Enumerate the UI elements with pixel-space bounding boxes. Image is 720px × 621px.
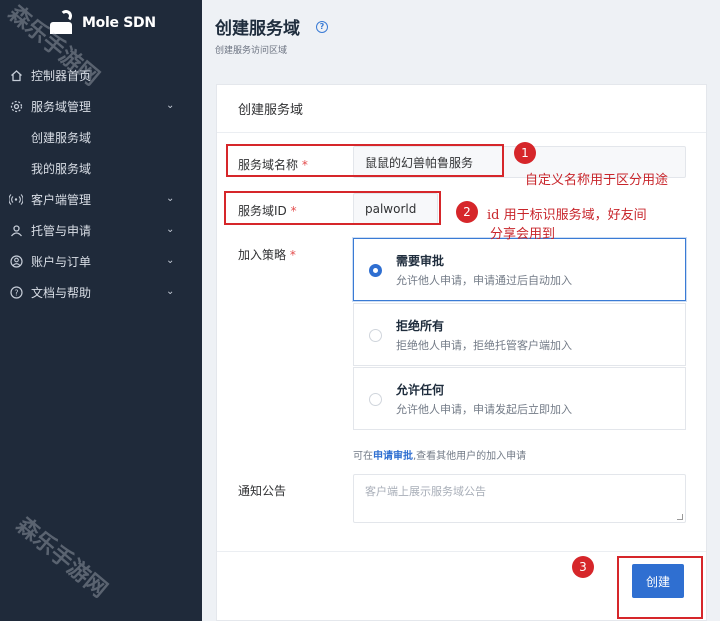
annotation-text-2a: id 用于标识服务域，好友间 xyxy=(487,208,647,223)
sidebar-item-label: 服务域管理 xyxy=(31,100,92,114)
annotation-box-id xyxy=(224,191,441,225)
sidebar: Mole SDN 控制器首页 服务域管理 ⌄ 创建服务域 我的服务域 客户端管理 xyxy=(0,0,202,621)
user-icon xyxy=(9,224,23,238)
policy-option-approval[interactable]: 需要审批 允许他人申请，申请通过后自动加入 xyxy=(353,238,686,301)
sidebar-item-label: 创建服务域 xyxy=(31,131,92,145)
annotation-box-name xyxy=(226,144,504,177)
policy-option-allow-any[interactable]: 允许任何 允许他人申请，申请发起后立即加入 xyxy=(353,367,686,430)
policy-description: 允许他人申请，申请通过后自动加入 xyxy=(396,274,572,287)
sidebar-item-client-management[interactable]: 客户端管理 ⌄ xyxy=(0,184,202,215)
page-subtitle: 创建服务访问区域 xyxy=(215,46,288,56)
divider xyxy=(217,551,706,552)
account-icon xyxy=(9,255,23,269)
chevron-down-icon: ⌄ xyxy=(166,286,175,297)
chevron-down-icon: ⌄ xyxy=(166,255,175,266)
policy-description: 允许他人申请，申请发起后立即加入 xyxy=(396,403,572,416)
sidebar-item-label: 我的服务域 xyxy=(31,162,92,176)
sidebar-item-hosting[interactable]: 托管与申请 ⌄ xyxy=(0,215,202,246)
annotation-number-2: 2 xyxy=(456,201,478,223)
sidebar-item-domain-management[interactable]: 服务域管理 ⌄ xyxy=(0,91,202,122)
required-mark: * xyxy=(289,248,296,262)
resize-handle-icon[interactable] xyxy=(677,514,683,520)
page-title: 创建服务域 ? xyxy=(215,14,328,39)
radio-button[interactable] xyxy=(369,329,382,342)
annotation-number-1: 1 xyxy=(514,142,536,164)
annotation-number-3: 3 xyxy=(572,556,594,578)
signal-icon xyxy=(9,193,23,207)
sidebar-item-account[interactable]: 账户与订单 ⌄ xyxy=(0,246,202,277)
chevron-down-icon: ⌄ xyxy=(166,193,175,204)
gear-icon xyxy=(9,100,23,114)
approval-hint: 可在申请审批,查看其他用户的加入申请 xyxy=(353,451,527,462)
satellite-dish-icon xyxy=(50,10,76,36)
annotation-text-2b: 分享会用到 xyxy=(490,227,556,242)
policy-option-reject-all[interactable]: 拒绝所有 拒绝他人申请，拒绝托管客户端加入 xyxy=(353,303,686,366)
app-logo[interactable]: Mole SDN xyxy=(50,8,156,38)
home-icon xyxy=(9,69,23,83)
notice-label: 通知公告 xyxy=(238,484,287,498)
question-icon[interactable]: ? xyxy=(316,20,328,33)
sidebar-item-label: 控制器首页 xyxy=(31,69,92,83)
radio-button[interactable] xyxy=(369,264,382,277)
policy-title: 需要审批 xyxy=(396,254,445,268)
sidebar-item-dashboard[interactable]: 控制器首页 xyxy=(0,60,202,91)
sidebar-item-create-domain[interactable]: 创建服务域 xyxy=(0,122,202,153)
svg-text:?: ? xyxy=(14,289,18,298)
policy-title: 允许任何 xyxy=(396,383,445,397)
notice-textarea[interactable]: 客户端上展示服务域公告 xyxy=(353,474,686,523)
annotation-text-1: 自定义名称用于区分用途 xyxy=(525,173,669,188)
sidebar-item-label: 客户端管理 xyxy=(31,193,92,207)
page-header: 创建服务域 ? 创建服务访问区域 xyxy=(215,14,328,56)
sidebar-item-label: 文档与帮助 xyxy=(31,286,92,300)
sidebar-item-my-domains[interactable]: 我的服务域 xyxy=(0,153,202,184)
chevron-down-icon: ⌄ xyxy=(166,224,175,235)
notice-placeholder: 客户端上展示服务域公告 xyxy=(365,485,486,498)
sidebar-item-label: 托管与申请 xyxy=(31,224,92,238)
policy-title: 拒绝所有 xyxy=(396,319,445,333)
sidebar-menu: 控制器首页 服务域管理 ⌄ 创建服务域 我的服务域 客户端管理 ⌄ 托管与申请 xyxy=(0,60,202,308)
sidebar-item-docs[interactable]: ? 文档与帮助 ⌄ xyxy=(0,277,202,308)
policy-description: 拒绝他人申请，拒绝托管客户端加入 xyxy=(396,339,572,352)
app-name: Mole SDN xyxy=(82,15,156,31)
help-icon: ? xyxy=(9,286,23,300)
sidebar-item-label: 账户与订单 xyxy=(31,255,92,269)
chevron-down-icon: ⌄ xyxy=(166,100,175,111)
annotation-box-create xyxy=(617,556,703,619)
approval-link[interactable]: 申请审批 xyxy=(373,451,413,462)
card-title: 创建服务域 xyxy=(217,85,706,133)
policy-label: 加入策略 * xyxy=(238,248,296,262)
radio-button[interactable] xyxy=(369,393,382,406)
